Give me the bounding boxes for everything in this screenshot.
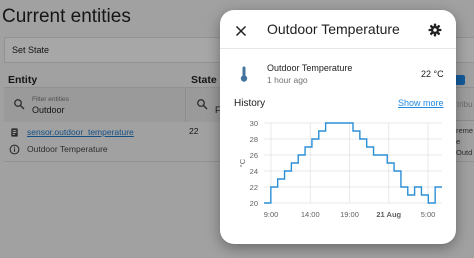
show-more-link[interactable]: Show more xyxy=(398,98,444,108)
y-tick-label: 22 xyxy=(250,183,258,192)
dialog-title: Outdoor Temperature xyxy=(267,21,400,37)
settings-button[interactable] xyxy=(424,19,446,41)
y-tick-label: 24 xyxy=(250,167,258,176)
x-tick-label: 9:00 xyxy=(264,210,279,219)
x-tick-label: 14:00 xyxy=(301,210,320,219)
header-divider xyxy=(220,48,456,49)
dialog-header: Outdoor Temperature xyxy=(220,10,456,48)
sensor-name: Outdoor Temperature xyxy=(267,63,353,73)
y-tick-label: 28 xyxy=(250,135,258,144)
sensor-last-changed: 1 hour ago xyxy=(267,75,308,85)
y-tick-label: 20 xyxy=(250,199,258,208)
thermometer-icon xyxy=(240,66,248,82)
y-axis-label: °C xyxy=(238,158,247,167)
sensor-value: 22 °C xyxy=(421,69,444,79)
y-tick-label: 30 xyxy=(250,119,258,128)
gear-icon xyxy=(428,23,442,37)
close-icon xyxy=(235,25,247,37)
history-label: History xyxy=(234,98,266,109)
temperature-series-line xyxy=(264,122,442,204)
y-tick-label: 26 xyxy=(250,151,258,160)
close-button[interactable] xyxy=(230,20,252,42)
x-tick-label: 21 Aug xyxy=(376,210,401,219)
more-info-dialog: Outdoor Temperature Outdoor Temperature … xyxy=(220,10,456,244)
x-tick-label: 19:00 xyxy=(340,210,359,219)
x-tick-label: 5:00 xyxy=(421,210,436,219)
history-chart[interactable]: 20 22 24 26 28 30 9:00 14:00 19:00 21 Aug 5:00 °C xyxy=(220,110,456,244)
